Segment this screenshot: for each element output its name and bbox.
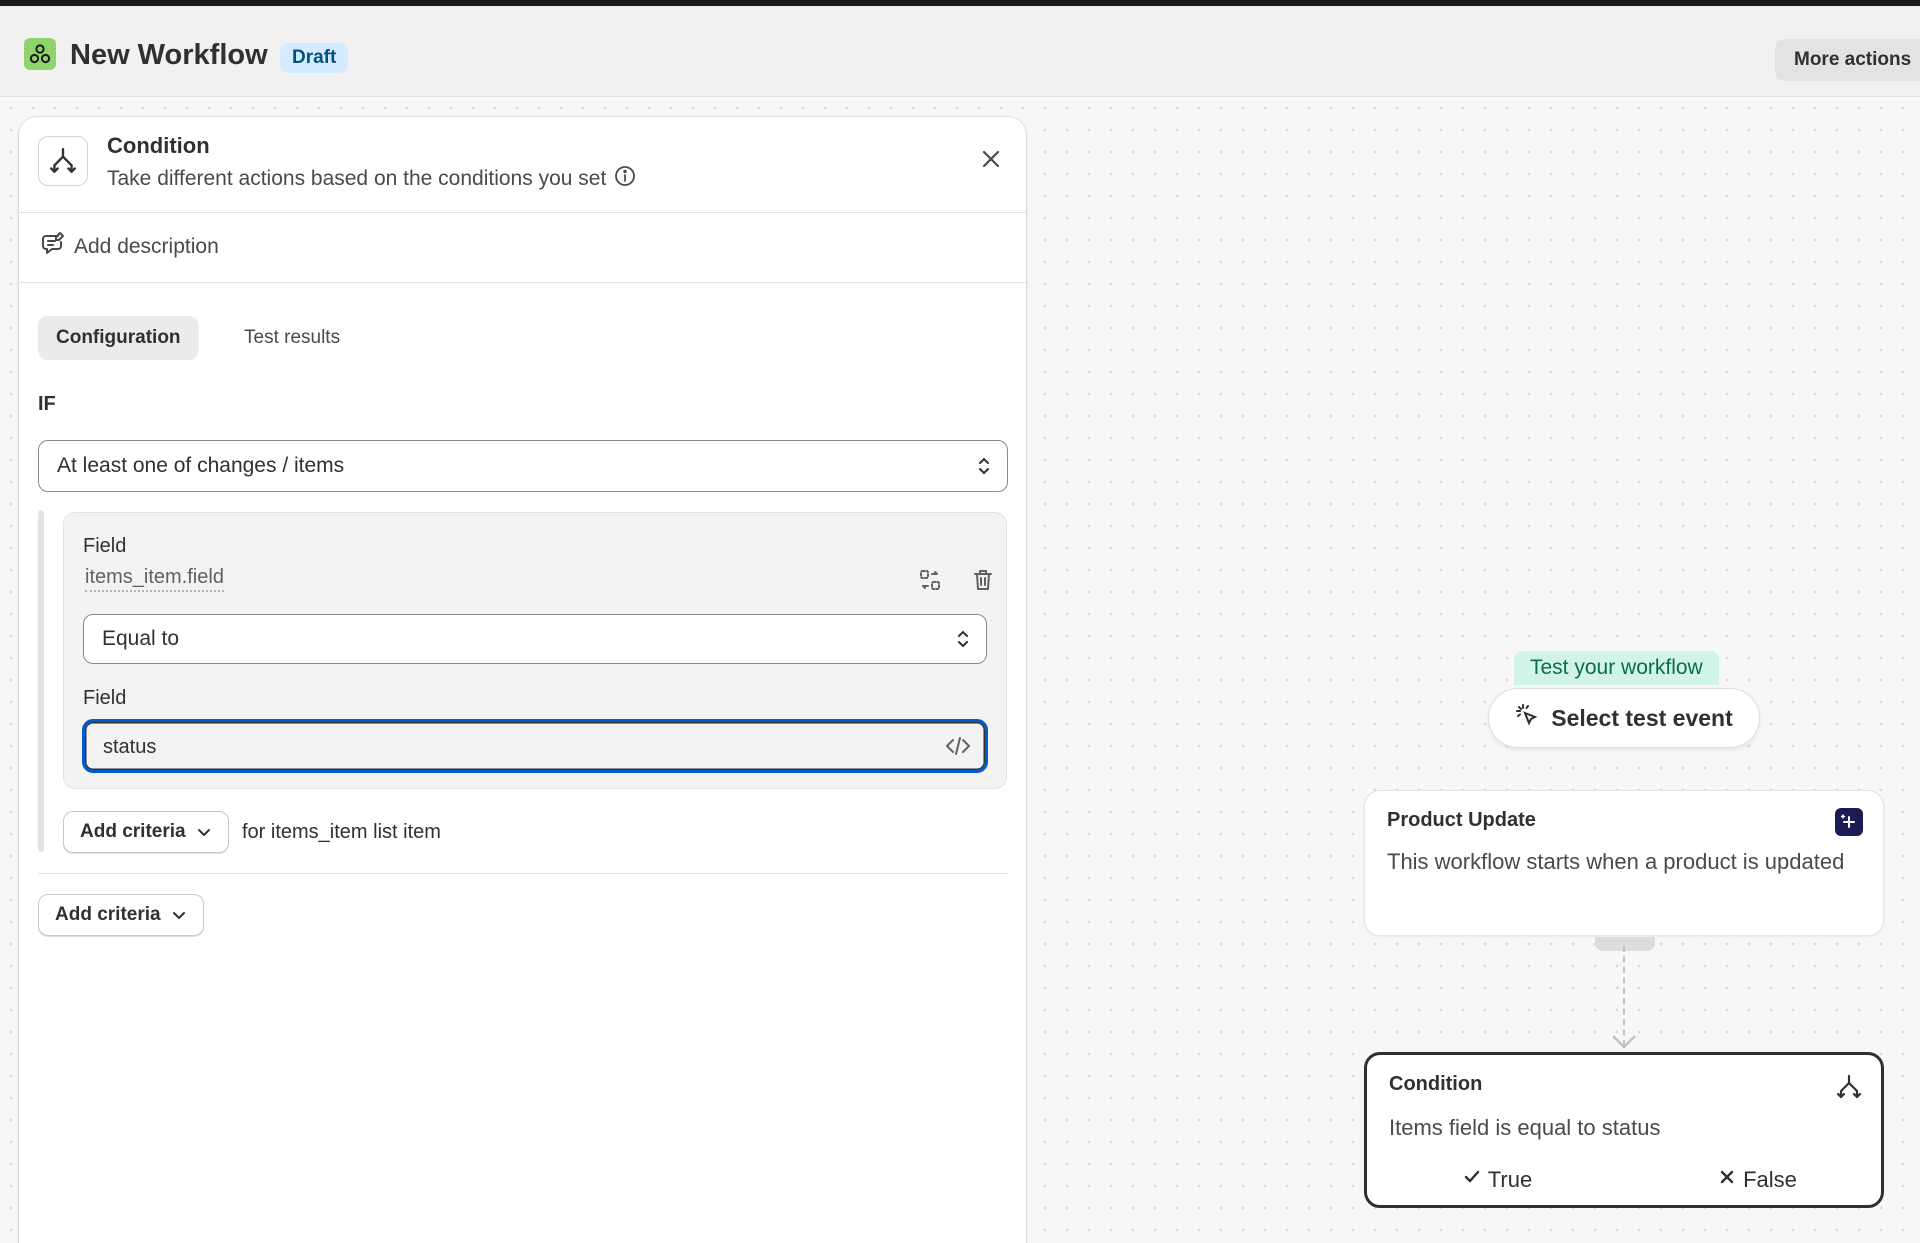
scope-select[interactable]: At least one of changes / items — [38, 440, 1008, 492]
condition-node-title: Condition — [1389, 1073, 1483, 1095]
x-icon — [1717, 1167, 1737, 1193]
connector-arrow-icon — [1612, 1035, 1636, 1049]
true-branch-label: True — [1487, 1167, 1533, 1192]
add-criteria-label: Add criteria — [55, 904, 161, 925]
panel-content: IF At least one of changes / items Field… — [19, 117, 1026, 1243]
operator-select[interactable]: Equal to — [83, 614, 987, 664]
trigger-node-description: This workflow starts when a product is u… — [1387, 849, 1845, 874]
condition-node[interactable]: Condition Items field is equal to status… — [1364, 1052, 1884, 1208]
swap-icon — [920, 570, 940, 590]
field-path[interactable]: items_item.field — [85, 566, 224, 592]
add-criteria-label: Add criteria — [80, 821, 186, 842]
divider — [38, 873, 1008, 874]
select-chevrons-icon — [977, 455, 991, 477]
trigger-node-title: Product Update — [1387, 809, 1536, 831]
false-branch[interactable]: False — [1627, 1167, 1887, 1193]
status-badge: Draft — [280, 43, 349, 73]
trigger-node[interactable]: Product Update This workflow starts when… — [1364, 790, 1884, 936]
if-label: IF — [38, 393, 56, 415]
sparkle-plus-icon — [1835, 808, 1863, 836]
trigger-output-port[interactable] — [1595, 937, 1655, 951]
connector-line — [1623, 946, 1625, 1046]
chevron-down-icon — [197, 829, 210, 837]
top-bar: New Workflow Draft More actions — [0, 0, 1920, 97]
page-title: New Workflow — [70, 39, 268, 71]
add-criteria-button-outer[interactable]: Add criteria — [38, 894, 204, 936]
code-icon[interactable] — [945, 734, 971, 763]
criteria-group-rail — [38, 510, 44, 852]
operator-select-value: Equal to — [102, 627, 180, 650]
field-label: Field — [83, 535, 127, 557]
scope-select-value: At least one of changes / items — [57, 454, 345, 477]
chevron-down-icon — [172, 912, 185, 920]
more-actions-button[interactable]: More actions — [1775, 39, 1920, 81]
trash-icon — [974, 570, 992, 590]
false-branch-label: False — [1743, 1167, 1797, 1192]
cursor-click-icon — [1515, 703, 1539, 733]
check-icon — [1462, 1167, 1482, 1193]
workflow-app-icon — [24, 38, 56, 70]
branch-icon — [1835, 1073, 1863, 1106]
delete-criteria-button[interactable] — [966, 563, 1000, 597]
add-criteria-button-inner[interactable]: Add criteria — [63, 811, 229, 853]
select-test-event-label: Select test event — [1551, 704, 1733, 731]
test-workflow-label: Test your workflow — [1514, 651, 1719, 685]
swap-fields-button[interactable] — [913, 563, 947, 597]
select-chevrons-icon — [956, 628, 970, 650]
value-input[interactable]: status — [82, 719, 988, 773]
select-test-event-button[interactable]: Select test event — [1488, 688, 1760, 748]
value-input-text: status — [103, 736, 157, 758]
list-item-scope-text: for items_item list item — [242, 821, 441, 843]
value-field-label: Field — [83, 687, 127, 709]
condition-node-description: Items field is equal to status — [1389, 1115, 1661, 1140]
true-branch[interactable]: True — [1367, 1167, 1627, 1193]
